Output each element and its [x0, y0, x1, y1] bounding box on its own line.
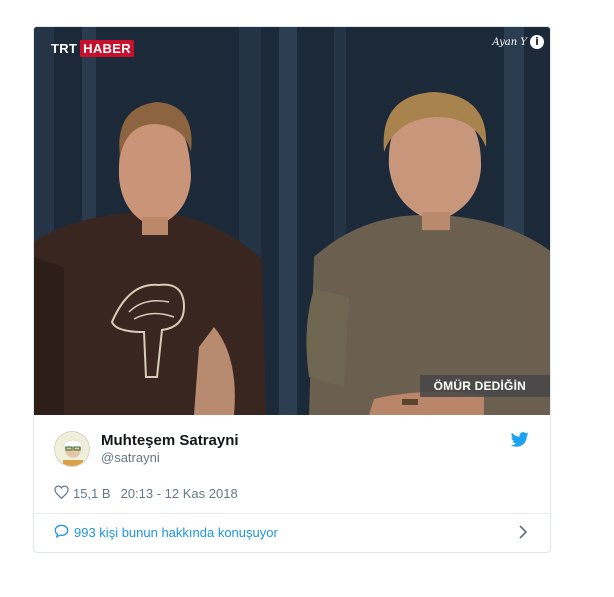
like-count[interactable]: 15,1 B — [73, 486, 111, 501]
conversation-text: 993 kişi bunun hakkında konuşuyor — [74, 525, 278, 540]
user-handle[interactable]: @satrayni — [101, 450, 239, 466]
twitter-bird-icon[interactable] — [510, 432, 529, 452]
trt-logo-text: TRT — [51, 41, 78, 56]
tweet-card: TRT HABER Ayan Y i ÖMÜR DEDİĞİN Muhteşem… — [33, 26, 551, 553]
tweet-timestamp[interactable]: 20:13 - 12 Kas 2018 — [121, 486, 238, 501]
tweet-meta: 15,1 B 20:13 - 12 Kas 2018 — [54, 485, 238, 502]
divider — [34, 513, 550, 514]
tweet-author[interactable]: Muhteşem Satrayni @satrayni — [54, 431, 239, 467]
video-caption: ÖMÜR DEDİĞİN — [419, 375, 550, 397]
conversation-link[interactable]: 993 kişi bunun hakkında konuşuyor — [54, 524, 278, 541]
heart-icon[interactable] — [54, 485, 69, 502]
info-icon[interactable]: i — [530, 35, 544, 49]
avatar-illustration-icon — [55, 432, 89, 466]
haber-logo-text: HABER — [80, 40, 134, 57]
author-names: Muhteşem Satrayni @satrayni — [101, 432, 239, 466]
video-frame — [34, 27, 550, 415]
tweet-video[interactable]: TRT HABER Ayan Y i ÖMÜR DEDİĞİN — [34, 27, 550, 415]
trt-haber-logo: TRT HABER — [51, 40, 134, 57]
corner-watermark: Ayan Y i — [492, 35, 544, 49]
chevron-right-icon[interactable] — [518, 525, 528, 544]
avatar[interactable] — [54, 431, 90, 467]
speech-bubble-icon — [54, 524, 69, 541]
watermark-text: Ayan Y — [492, 36, 527, 48]
display-name[interactable]: Muhteşem Satrayni — [101, 432, 239, 450]
